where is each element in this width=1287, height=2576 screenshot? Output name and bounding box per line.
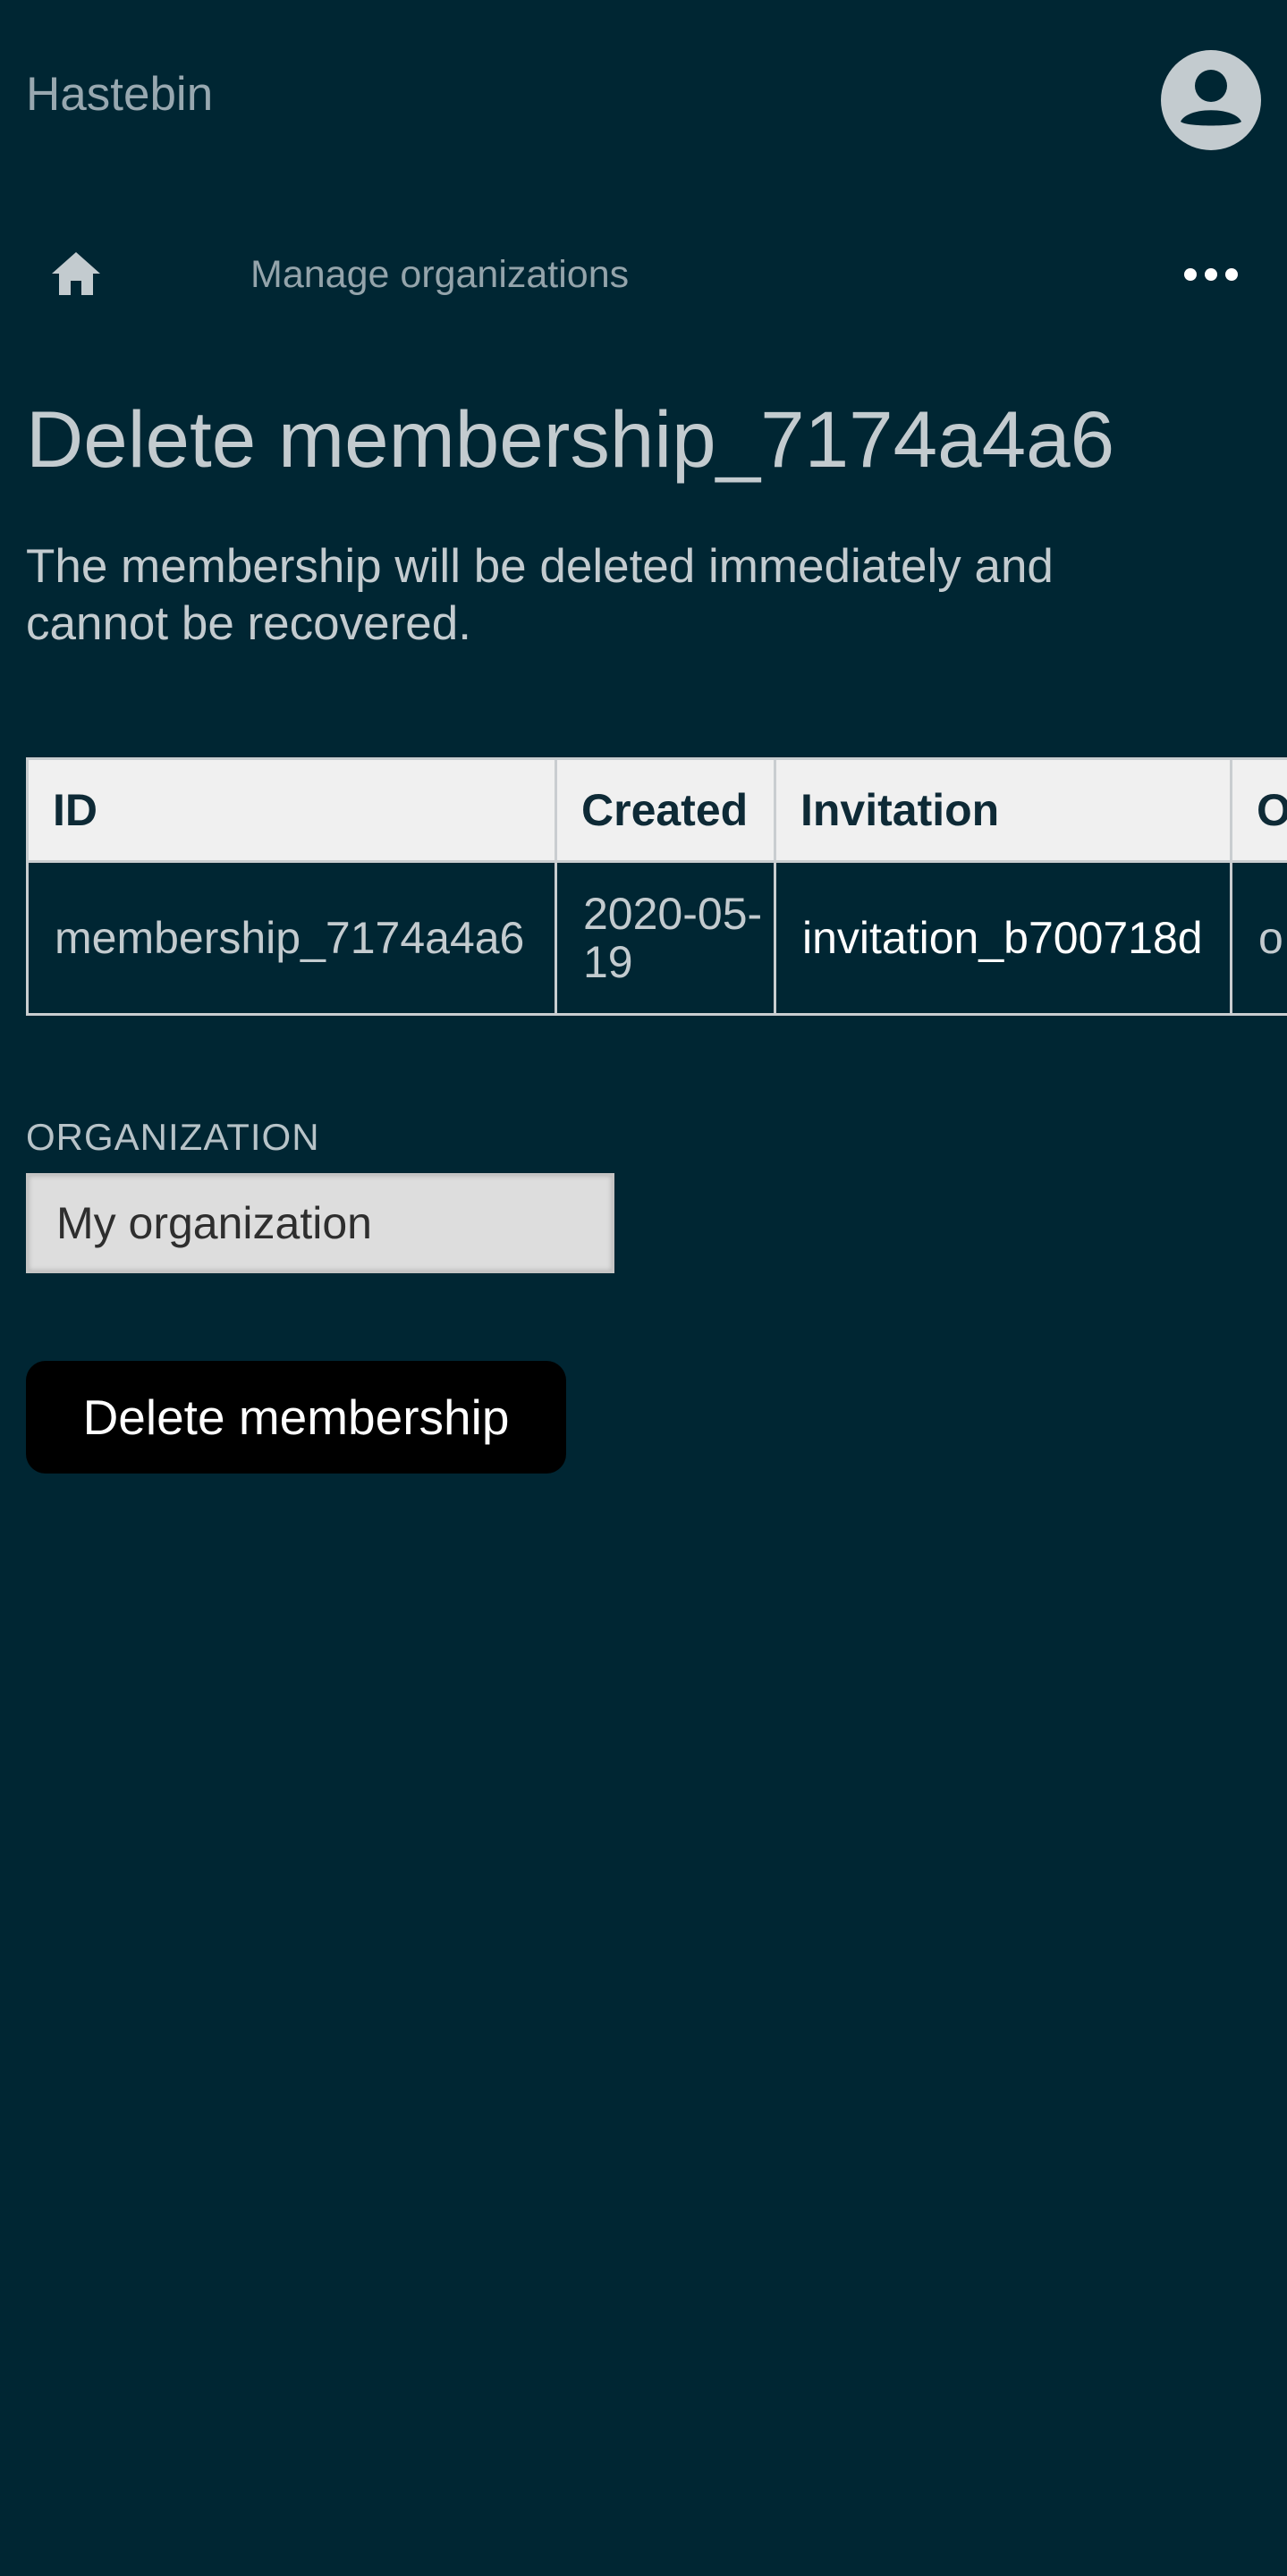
page-description: The membership will be deleted immediate… <box>26 540 1054 650</box>
table-row: membership_7174a4a6 2020-05-19 invitatio… <box>26 860 1287 1016</box>
table-header-row: ID Created Invitation O <box>26 757 1287 863</box>
cell-invitation[interactable]: invitation_b700718d <box>774 860 1232 1016</box>
top-bar: Hastebin <box>0 0 1287 200</box>
organization-label: ORGANIZATION <box>26 1116 320 1158</box>
app-title[interactable]: Hastebin <box>26 66 213 123</box>
home-icon[interactable] <box>50 249 102 300</box>
nav-bar: Manage organizations <box>0 227 1287 322</box>
membership-table: ID Created Invitation O membership_7174a… <box>26 757 1287 1016</box>
manage-organizations-link[interactable]: Manage organizations <box>250 250 629 299</box>
cell-id: membership_7174a4a6 <box>26 860 557 1016</box>
more-horizontal-icon[interactable] <box>1182 261 1240 288</box>
column-header-id: ID <box>26 757 557 863</box>
column-header-created: Created <box>555 757 776 863</box>
cell-organization[interactable]: o <box>1230 860 1287 1016</box>
column-header-organization: O <box>1230 757 1287 863</box>
page-title: Delete membership_7174a4a6 <box>26 394 1115 484</box>
organization-select[interactable]: My organization <box>26 1173 614 1273</box>
column-header-invitation: Invitation <box>774 757 1232 863</box>
cell-created: 2020-05-19 <box>555 860 776 1016</box>
delete-membership-button[interactable]: Delete membership <box>26 1361 566 1474</box>
user-avatar-icon[interactable] <box>1161 50 1261 150</box>
